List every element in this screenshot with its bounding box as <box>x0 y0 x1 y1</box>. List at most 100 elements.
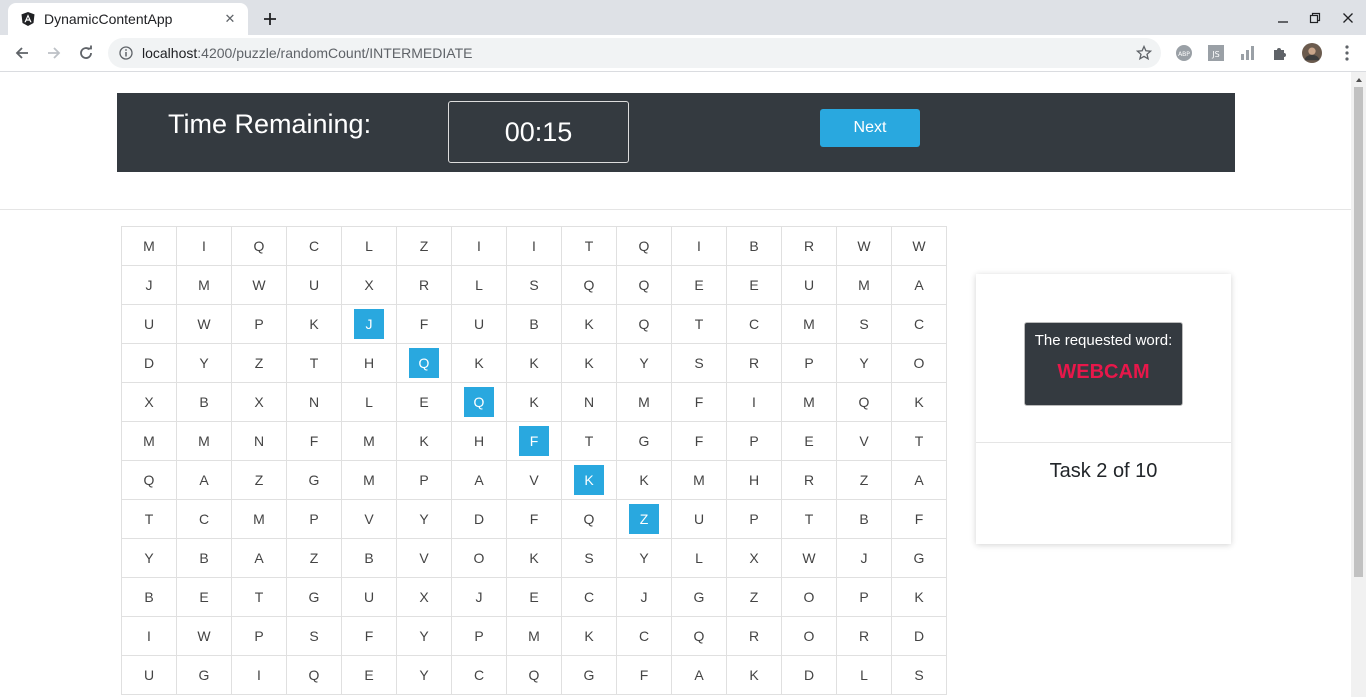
grid-cell[interactable]: U <box>452 305 507 344</box>
grid-cell[interactable]: A <box>232 539 287 578</box>
grid-cell[interactable]: O <box>452 539 507 578</box>
grid-cell[interactable]: Q <box>287 656 342 695</box>
grid-cell[interactable]: Q <box>122 461 177 500</box>
grid-cell[interactable]: C <box>452 656 507 695</box>
grid-cell[interactable]: I <box>672 227 727 266</box>
grid-cell[interactable]: C <box>617 617 672 656</box>
next-button[interactable]: Next <box>820 109 920 147</box>
grid-cell[interactable]: Q <box>672 617 727 656</box>
grid-cell[interactable]: W <box>177 617 232 656</box>
minimize-icon[interactable] <box>1272 7 1294 29</box>
chart-extension-icon[interactable] <box>1238 43 1258 63</box>
grid-cell[interactable]: K <box>562 344 617 383</box>
grid-cell[interactable]: K <box>397 422 452 461</box>
grid-cell[interactable]: Y <box>397 656 452 695</box>
grid-cell[interactable]: M <box>232 500 287 539</box>
grid-cell[interactable]: C <box>892 305 947 344</box>
grid-cell[interactable]: X <box>122 383 177 422</box>
grid-cell[interactable]: F <box>287 422 342 461</box>
grid-cell[interactable]: T <box>232 578 287 617</box>
grid-cell[interactable]: P <box>232 617 287 656</box>
grid-cell[interactable]: J <box>837 539 892 578</box>
grid-cell[interactable]: U <box>122 305 177 344</box>
grid-cell[interactable]: K <box>617 461 672 500</box>
grid-cell[interactable]: Y <box>617 344 672 383</box>
js-extension-icon[interactable]: JS <box>1206 43 1226 63</box>
grid-cell[interactable]: E <box>397 383 452 422</box>
grid-cell[interactable]: R <box>397 266 452 305</box>
grid-cell[interactable]: R <box>782 227 837 266</box>
browser-tab[interactable]: DynamicContentApp ✕ <box>8 3 248 35</box>
grid-cell[interactable]: Z <box>232 461 287 500</box>
plus-icon[interactable] <box>258 7 282 31</box>
grid-cell[interactable]: X <box>397 578 452 617</box>
grid-cell[interactable]: F <box>507 500 562 539</box>
grid-cell[interactable]: L <box>342 383 397 422</box>
grid-cell[interactable]: Q <box>617 266 672 305</box>
grid-cell[interactable]: F <box>672 383 727 422</box>
grid-cell[interactable]: K <box>452 344 507 383</box>
grid-cell[interactable]: Q <box>837 383 892 422</box>
grid-cell[interactable]: K <box>507 344 562 383</box>
close-window-icon[interactable] <box>1337 7 1359 29</box>
grid-cell[interactable]: M <box>122 422 177 461</box>
maximize-icon[interactable] <box>1304 7 1326 29</box>
grid-cell[interactable]: B <box>177 539 232 578</box>
grid-cell[interactable]: H <box>452 422 507 461</box>
grid-cell[interactable]: K <box>507 539 562 578</box>
close-icon[interactable]: ✕ <box>220 9 240 29</box>
scrollbar[interactable] <box>1351 72 1366 697</box>
grid-cell[interactable]: O <box>782 617 837 656</box>
grid-cell[interactable]: L <box>452 266 507 305</box>
grid-cell[interactable]: P <box>727 422 782 461</box>
grid-cell[interactable]: F <box>397 305 452 344</box>
grid-cell[interactable]: K <box>727 656 782 695</box>
avatar[interactable] <box>1302 43 1322 63</box>
grid-cell[interactable]: E <box>507 578 562 617</box>
grid-cell[interactable]: A <box>672 656 727 695</box>
grid-cell[interactable]: P <box>452 617 507 656</box>
grid-cell[interactable]: I <box>177 227 232 266</box>
info-icon[interactable] <box>118 45 134 61</box>
grid-cell[interactable]: W <box>232 266 287 305</box>
grid-cell[interactable]: I <box>727 383 782 422</box>
grid-cell[interactable]: Y <box>397 500 452 539</box>
grid-cell[interactable]: P <box>727 500 782 539</box>
grid-cell[interactable]: P <box>397 461 452 500</box>
grid-cell[interactable]: I <box>232 656 287 695</box>
grid-cell[interactable]: P <box>837 578 892 617</box>
grid-cell[interactable]: M <box>342 422 397 461</box>
grid-cell[interactable]: G <box>287 461 342 500</box>
grid-cell[interactable]: A <box>177 461 232 500</box>
grid-cell[interactable]: G <box>892 539 947 578</box>
grid-cell[interactable]: D <box>452 500 507 539</box>
grid-cell[interactable]: S <box>892 656 947 695</box>
grid-cell[interactable]: B <box>122 578 177 617</box>
grid-cell[interactable]: O <box>892 344 947 383</box>
grid-cell[interactable]: D <box>892 617 947 656</box>
grid-cell[interactable]: K <box>892 578 947 617</box>
scroll-up-icon[interactable] <box>1351 72 1366 87</box>
grid-cell[interactable]: Z <box>287 539 342 578</box>
grid-cell[interactable]: I <box>507 227 562 266</box>
grid-cell[interactable]: S <box>562 539 617 578</box>
grid-cell[interactable]: O <box>782 578 837 617</box>
grid-cell[interactable]: X <box>727 539 782 578</box>
grid-cell-selected[interactable]: Q <box>452 383 507 422</box>
grid-cell[interactable]: Y <box>397 617 452 656</box>
grid-cell[interactable]: Y <box>837 344 892 383</box>
grid-cell[interactable]: E <box>177 578 232 617</box>
grid-cell[interactable]: F <box>342 617 397 656</box>
grid-cell[interactable]: R <box>727 344 782 383</box>
grid-cell[interactable]: P <box>232 305 287 344</box>
grid-cell[interactable]: G <box>562 656 617 695</box>
grid-cell[interactable]: R <box>837 617 892 656</box>
grid-cell[interactable]: D <box>782 656 837 695</box>
grid-cell-selected[interactable]: Z <box>617 500 672 539</box>
grid-cell[interactable]: X <box>342 266 397 305</box>
grid-cell[interactable]: E <box>782 422 837 461</box>
grid-cell[interactable]: Y <box>177 344 232 383</box>
grid-cell[interactable]: T <box>562 227 617 266</box>
grid-cell[interactable]: G <box>617 422 672 461</box>
grid-cell[interactable]: G <box>672 578 727 617</box>
